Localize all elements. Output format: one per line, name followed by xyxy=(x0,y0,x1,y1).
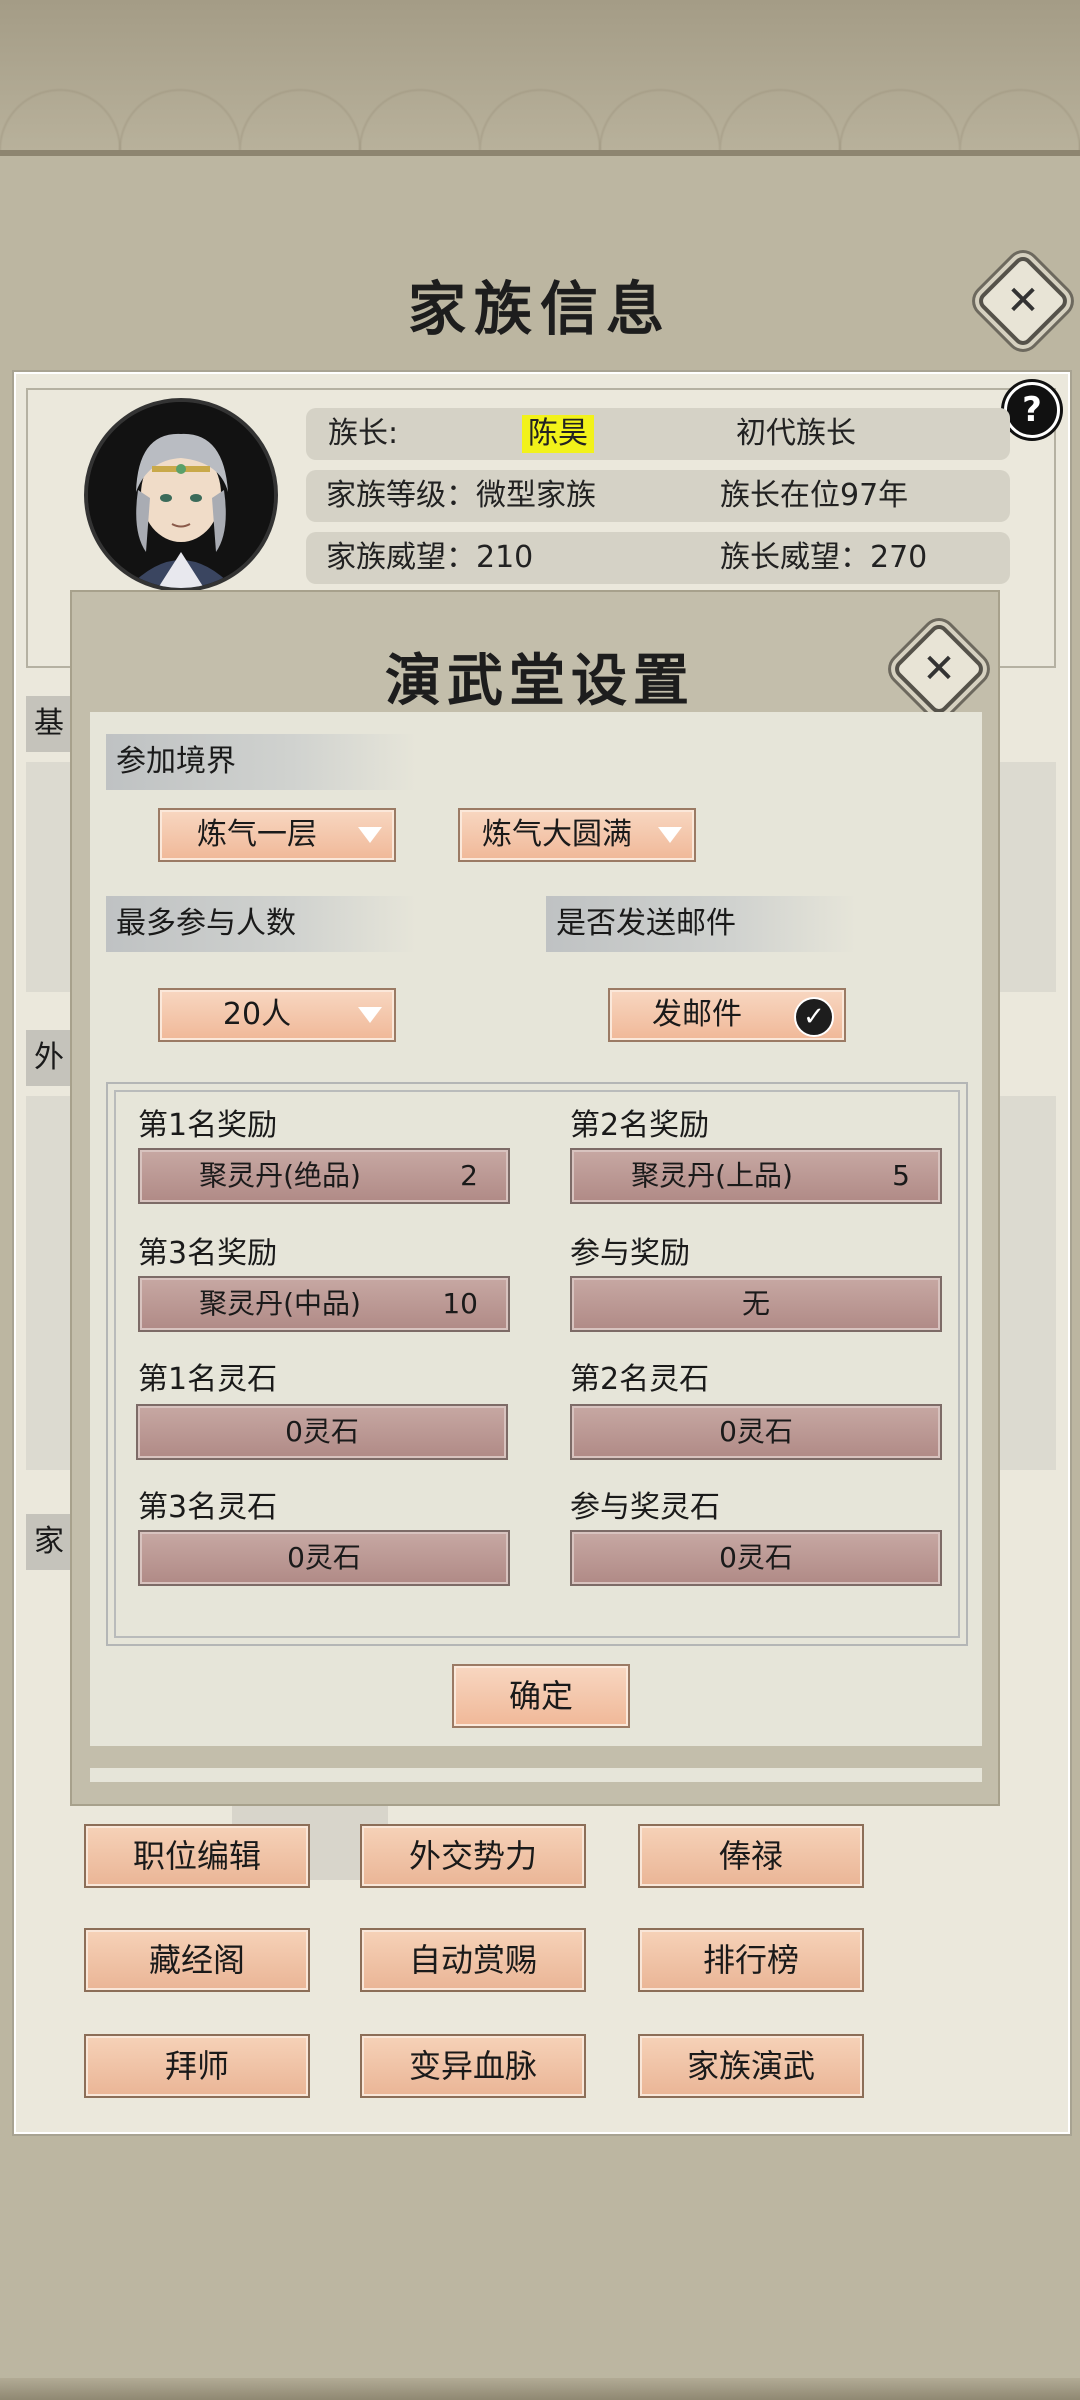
first-stone-label: 第1名灵石 xyxy=(138,1362,278,1397)
family-tournament-button[interactable]: 家族演武 xyxy=(638,2034,864,2098)
participation-stone-field[interactable]: 0灵石 xyxy=(570,1530,942,1586)
auto-reward-button[interactable]: 自动赏赐 xyxy=(360,1928,586,1992)
second-reward-label: 第2名奖励 xyxy=(570,1108,710,1143)
level-row: 家族等级：微型家族 族长在位97年 xyxy=(306,470,1010,522)
diplomacy-button[interactable]: 外交势力 xyxy=(360,1824,586,1888)
top-decoration xyxy=(0,0,1080,156)
leader-name[interactable]: 陈昊 xyxy=(522,415,594,453)
help-button[interactable]: ? xyxy=(1004,382,1060,438)
realm-from-dropdown[interactable]: 炼气一层 xyxy=(158,808,396,862)
realm-to-dropdown[interactable]: 炼气大圆满 xyxy=(458,808,696,862)
dialog-footer-strip xyxy=(90,1768,982,1782)
leader-row: 族长: 陈昊 初代族长 xyxy=(306,408,1010,460)
first-reward-item: 聚灵丹(绝品) xyxy=(199,1159,361,1192)
second-reward-qty: 5 xyxy=(892,1159,910,1192)
max-participants-value: 20人 xyxy=(222,997,292,1032)
triangle-down-icon xyxy=(358,827,382,843)
third-stone-field[interactable]: 0灵石 xyxy=(138,1530,510,1586)
leader-tenure: 族长在位97年 xyxy=(720,478,909,513)
library-button[interactable]: 藏经阁 xyxy=(84,1928,310,1992)
close-icon: ✕ xyxy=(922,646,956,692)
participation-stone-label: 参与奖灵石 xyxy=(570,1490,720,1525)
participation-reward-value: 无 xyxy=(741,1287,770,1320)
first-stone-value: 0灵石 xyxy=(285,1415,359,1448)
first-reward-label: 第1名奖励 xyxy=(138,1108,278,1143)
side-tab-family[interactable]: 家 xyxy=(26,1514,72,1570)
bloodline-button[interactable]: 变异血脉 xyxy=(360,2034,586,2098)
first-reward-qty: 2 xyxy=(460,1159,478,1192)
third-reward-qty: 10 xyxy=(442,1287,478,1320)
checkmark-icon: ✓ xyxy=(794,997,834,1037)
side-tab-foreign[interactable]: 外 xyxy=(26,1030,72,1086)
realm-to-value: 炼气大圆满 xyxy=(482,817,632,852)
second-reward-field[interactable]: 聚灵丹(上品) 5 xyxy=(570,1148,942,1204)
send-mail-value: 发邮件 xyxy=(652,997,742,1032)
position-edit-button[interactable]: 职位编辑 xyxy=(84,1824,310,1888)
second-stone-value: 0灵石 xyxy=(719,1415,793,1448)
dialog-close-button[interactable]: ✕ xyxy=(890,620,988,718)
realm-label: 参加境界 xyxy=(106,734,416,790)
triangle-down-icon xyxy=(658,827,682,843)
salary-button[interactable]: 俸禄 xyxy=(638,1824,864,1888)
participation-reward-label: 参与奖励 xyxy=(570,1236,690,1271)
participation-stone-value: 0灵石 xyxy=(719,1541,793,1574)
second-stone-field[interactable]: 0灵石 xyxy=(570,1404,942,1460)
participation-reward-field[interactable]: 无 xyxy=(570,1276,942,1332)
first-stone-field[interactable]: 0灵石 xyxy=(136,1404,508,1460)
max-participants-dropdown[interactable]: 20人 xyxy=(158,988,396,1042)
second-reward-item: 聚灵丹(上品) xyxy=(631,1159,793,1192)
first-reward-field[interactable]: 聚灵丹(绝品) 2 xyxy=(138,1148,510,1204)
triangle-down-icon xyxy=(358,1007,382,1023)
close-icon: ✕ xyxy=(1006,278,1040,324)
max-participants-label: 最多参与人数 xyxy=(106,896,416,952)
page-close-button[interactable]: ✕ xyxy=(974,252,1072,350)
confirm-button[interactable]: 确定 xyxy=(452,1664,630,1728)
ranking-button[interactable]: 排行榜 xyxy=(638,1928,864,1992)
third-reward-label: 第3名奖励 xyxy=(138,1236,278,1271)
apprentice-button[interactable]: 拜师 xyxy=(84,2034,310,2098)
prestige-row: 家族威望：210 族长威望：270 xyxy=(306,532,1010,584)
page-title: 家族信息 xyxy=(407,275,672,343)
third-stone-label: 第3名灵石 xyxy=(138,1490,278,1525)
leader-title: 初代族长 xyxy=(736,416,856,451)
family-prestige: 家族威望：210 xyxy=(326,540,534,575)
third-stone-value: 0灵石 xyxy=(287,1541,361,1574)
third-reward-field[interactable]: 聚灵丹(中品) 10 xyxy=(138,1276,510,1332)
bottom-decoration xyxy=(0,2378,1080,2400)
send-mail-label: 是否发送邮件 xyxy=(546,896,856,952)
leader-portrait-icon xyxy=(88,402,274,588)
realm-from-value: 炼气一层 xyxy=(197,817,317,852)
family-level: 家族等级：微型家族 xyxy=(326,478,596,513)
second-stone-label: 第2名灵石 xyxy=(570,1362,710,1397)
leader-avatar xyxy=(84,398,278,592)
leader-label: 族长: xyxy=(328,416,399,451)
leader-prestige: 族长威望：270 xyxy=(720,540,928,575)
third-reward-item: 聚灵丹(中品) xyxy=(199,1287,361,1320)
send-mail-toggle[interactable]: 发邮件 ✓ xyxy=(608,988,846,1042)
